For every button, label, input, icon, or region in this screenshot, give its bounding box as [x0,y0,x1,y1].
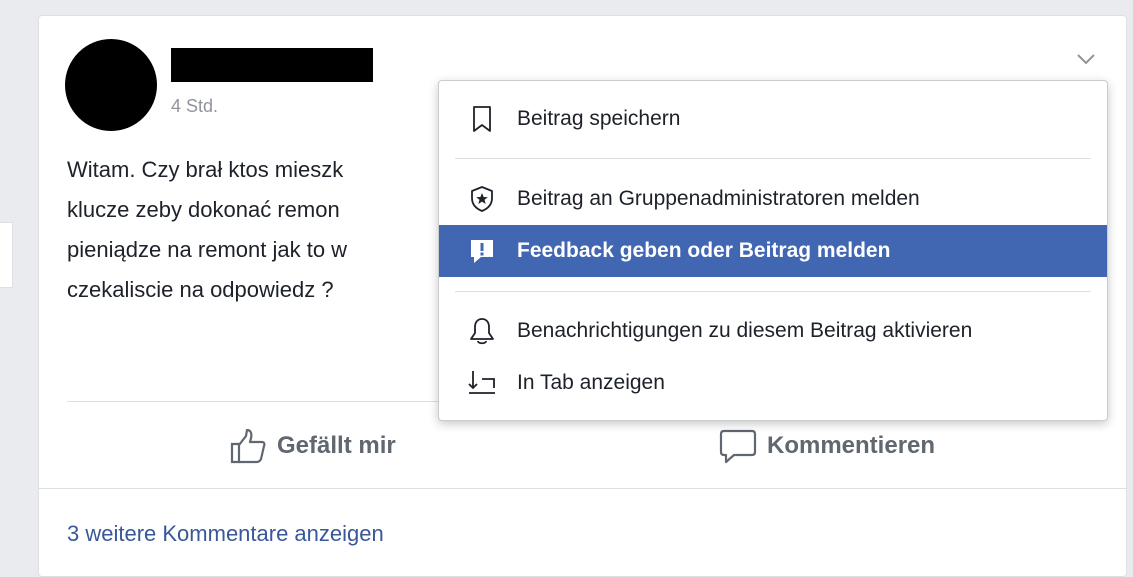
like-label: Gefällt mir [277,432,396,459]
menu-divider [455,158,1091,159]
menu-item-notifications[interactable]: Benachrichtigungen zu diesem Beitrag akt… [439,305,1107,357]
post-text-line: klucze zeby dokonać remon [67,197,340,222]
post-options-menu: Beitrag speichern Beitrag an Gruppenadmi… [438,80,1108,421]
menu-item-report-to-admins[interactable]: Beitrag an Gruppenadministratoren melden [439,173,1107,225]
post-text-line: czekaliscie na odpowiedz ? [67,277,334,302]
exclamation-icon [467,236,497,266]
menu-item-give-feedback[interactable]: Feedback geben oder Beitrag melden [439,225,1107,277]
menu-divider [455,291,1091,292]
menu-item-label: In Tab anzeigen [517,371,665,394]
chevron-down-icon[interactable] [1073,46,1099,72]
background-panel-edge [0,222,13,288]
bookmark-icon [467,104,497,134]
post-timestamp[interactable]: 4 Std. [171,96,218,117]
author-name-redacted [171,48,373,82]
comment-button[interactable]: Kommentieren [719,421,935,471]
menu-item-open-in-tab[interactable]: In Tab anzeigen [439,357,1107,409]
menu-item-label: Beitrag speichern [517,107,681,130]
more-comments-link[interactable]: 3 weitere Kommentare anzeigen [67,521,384,547]
menu-item-save-post[interactable]: Beitrag speichern [439,93,1107,145]
post-body: Witam. Czy brał ktos mieszk klucze zeby … [67,150,447,310]
menu-item-label: Benachrichtigungen zu diesem Beitrag akt… [517,319,973,342]
divider [39,488,1126,489]
post-text-line: pieniądze na remont jak to w [67,237,348,262]
like-button[interactable]: Gefällt mir [229,421,396,471]
open-in-tab-icon [467,368,497,398]
avatar[interactable] [65,39,157,131]
thumbs-up-icon [230,428,266,464]
comment-bubble-icon [719,429,757,464]
shield-star-icon [467,184,497,214]
bell-icon [467,316,497,346]
menu-item-label: Beitrag an Gruppenadministratoren melden [517,187,920,210]
menu-item-label: Feedback geben oder Beitrag melden [517,239,891,262]
post-text-line: Witam. Czy brał ktos mieszk [67,157,344,182]
comment-label: Kommentieren [767,432,936,459]
